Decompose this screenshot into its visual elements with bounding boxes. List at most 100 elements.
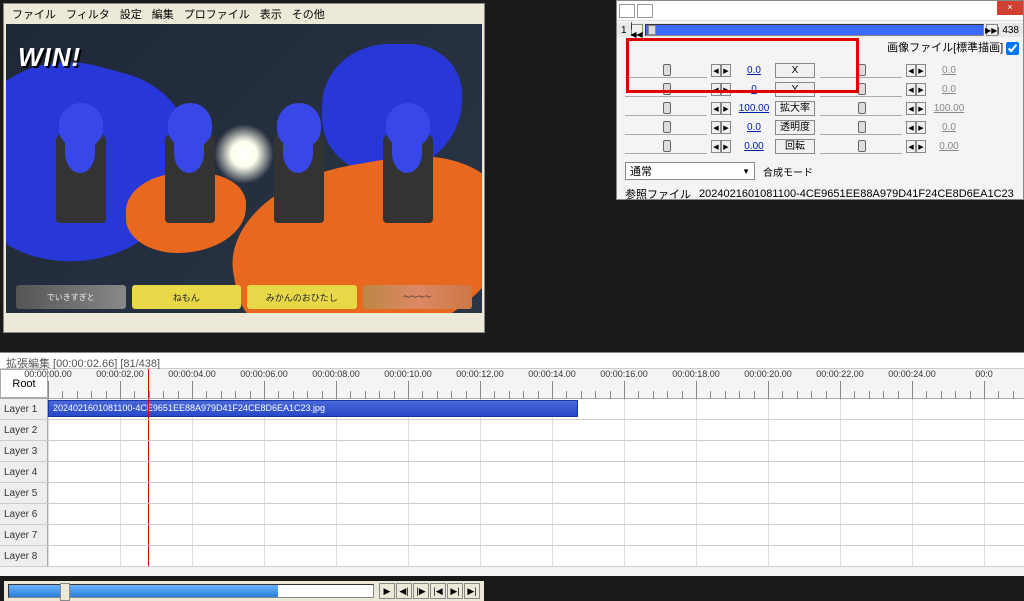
track[interactable] — [48, 441, 1024, 461]
param-slider[interactable] — [820, 121, 902, 135]
param-label-button[interactable]: X — [775, 63, 815, 78]
menu-file[interactable]: ファイル — [8, 6, 60, 20]
step-fwd-button[interactable]: |▶ — [413, 583, 429, 599]
layer-label[interactable]: Layer 8 — [0, 546, 48, 566]
param-slider[interactable] — [625, 102, 707, 116]
skip-end-button[interactable]: ▶| — [464, 583, 480, 599]
param-value[interactable]: 0.00 — [932, 141, 966, 152]
layer-label[interactable]: Layer 5 — [0, 483, 48, 503]
layer-icon-2[interactable] — [637, 4, 653, 18]
param-row: ◀▶ 0.0 — [820, 61, 1015, 80]
param-label-button[interactable]: 回転 — [775, 139, 815, 154]
frame-start: 1 — [621, 25, 627, 36]
layer-label[interactable]: Layer 6 — [0, 504, 48, 524]
layer-label[interactable]: Layer 3 — [0, 441, 48, 461]
spin-down-button[interactable]: ◀ — [711, 102, 721, 115]
spin-down-button[interactable]: ◀ — [711, 140, 721, 153]
layer-label[interactable]: Layer 2 — [0, 420, 48, 440]
layer-label[interactable]: Layer 7 — [0, 525, 48, 545]
seek-slider[interactable] — [8, 584, 374, 598]
menu-profile[interactable]: プロファイル — [180, 6, 254, 20]
spin-down-button[interactable]: ◀ — [906, 121, 916, 134]
playhead[interactable] — [148, 369, 149, 398]
track[interactable] — [48, 504, 1024, 524]
menu-settings[interactable]: 設定 — [116, 6, 146, 20]
spin-down-button[interactable]: ◀ — [711, 121, 721, 134]
preview-viewport[interactable]: WIN! でいきすぎと ねもん みかんのおひたし ～～～～ — [6, 24, 482, 313]
menu-view[interactable]: 表示 — [256, 6, 286, 20]
spin-down-button[interactable]: ◀ — [711, 83, 721, 96]
spin-up-button[interactable]: ▶ — [916, 83, 926, 96]
frame-end: 438 — [1002, 25, 1019, 36]
spin-up-button[interactable]: ▶ — [916, 102, 926, 115]
track[interactable] — [48, 483, 1024, 503]
param-slider[interactable] — [820, 102, 902, 116]
spin-down-button[interactable]: ◀ — [711, 64, 721, 77]
param-value[interactable]: 0.0 — [737, 65, 771, 76]
play-button[interactable]: ▶ — [379, 583, 395, 599]
spin-up-button[interactable]: ▶ — [916, 140, 926, 153]
track[interactable]: 2024021601081100-4CE9651EE88A979D41F24CE… — [48, 399, 1024, 419]
close-button[interactable]: × — [997, 1, 1023, 15]
param-label-button[interactable]: 透明度 — [775, 120, 815, 135]
layer-icon[interactable] — [619, 4, 635, 18]
seek-thumb[interactable] — [60, 583, 70, 601]
spin-down-button[interactable]: ◀ — [906, 102, 916, 115]
standard-draw-checkbox[interactable] — [1006, 42, 1019, 55]
param-slider[interactable] — [625, 64, 707, 78]
param-value[interactable]: 0.0 — [932, 65, 966, 76]
menu-filter[interactable]: フィルタ — [62, 6, 114, 20]
spin-up-button[interactable]: ▶ — [721, 64, 731, 77]
spin-up-button[interactable]: ▶ — [721, 121, 731, 134]
param-row: ◀▶ 0.0 X — [625, 61, 820, 80]
spin-down-button[interactable]: ◀ — [906, 64, 916, 77]
layer-label[interactable]: Layer 4 — [0, 462, 48, 482]
spin-up-button[interactable]: ▶ — [721, 102, 731, 115]
param-slider[interactable] — [625, 83, 707, 97]
param-value[interactable]: 0.0 — [932, 84, 966, 95]
frame-track[interactable] — [645, 24, 985, 36]
end-button[interactable]: ▶| — [447, 583, 463, 599]
spin-up-button[interactable]: ▶ — [721, 83, 731, 96]
frame-thumb[interactable] — [648, 25, 656, 35]
param-value[interactable]: 0.0 — [932, 122, 966, 133]
blend-mode-label: 合成モード — [763, 164, 813, 179]
spin-up-button[interactable]: ▶ — [721, 140, 731, 153]
time-ruler[interactable]: 00:00:00.0000:00:02.0000:00:04.0000:00:0… — [48, 369, 1024, 398]
blend-mode-combo[interactable]: 通常 ▼ — [625, 162, 755, 180]
spin-down-button[interactable]: ◀ — [906, 83, 916, 96]
param-value[interactable]: 100.00 — [737, 103, 771, 114]
param-value[interactable]: 0 — [737, 84, 771, 95]
param-slider[interactable] — [820, 83, 902, 97]
layer-label[interactable]: Layer 1 — [0, 399, 48, 419]
rewind-button[interactable]: |◀ — [430, 583, 446, 599]
spin-down-button[interactable]: ◀ — [906, 140, 916, 153]
param-label-button[interactable]: 拡大率 — [775, 101, 815, 116]
track[interactable] — [48, 546, 1024, 566]
param-value[interactable]: 100.00 — [932, 103, 966, 114]
param-value[interactable]: 0.0 — [737, 122, 771, 133]
param-label-button[interactable]: Y — [775, 82, 815, 97]
ruler-label: 00:00:06.00 — [240, 369, 288, 379]
menu-edit[interactable]: 編集 — [148, 6, 178, 20]
timeline-clip[interactable]: 2024021601081100-4CE9651EE88A979D41F24CE… — [48, 400, 578, 417]
param-value[interactable]: 0.00 — [737, 141, 771, 152]
track[interactable] — [48, 525, 1024, 545]
step-back-button[interactable]: ◀| — [396, 583, 412, 599]
spin-up-button[interactable]: ▶ — [916, 121, 926, 134]
ruler-label: 00:00:08.00 — [312, 369, 360, 379]
frame-scrollbar[interactable]: 1 |◀◀ ▶▶| 438 — [617, 23, 1023, 37]
track[interactable] — [48, 462, 1024, 482]
ref-file-value[interactable]: 2024021601081100-4CE9651EE88A979D41F24CE… — [699, 188, 1014, 200]
track[interactable] — [48, 420, 1024, 440]
first-frame-button[interactable]: |◀◀ — [631, 24, 643, 36]
param-slider[interactable] — [820, 140, 902, 154]
spin-up-button[interactable]: ▶ — [916, 64, 926, 77]
param-slider[interactable] — [625, 140, 707, 154]
menu-other[interactable]: その他 — [288, 6, 329, 20]
last-frame-button[interactable]: ▶▶| — [986, 24, 998, 36]
ruler-label: 00:00:22.00 — [816, 369, 864, 379]
param-grid: ◀▶0.0X◀▶0Y◀▶100.00拡大率◀▶0.0透明度◀▶0.00回転 ◀▶… — [617, 57, 1023, 158]
param-slider[interactable] — [820, 64, 902, 78]
param-slider[interactable] — [625, 121, 707, 135]
